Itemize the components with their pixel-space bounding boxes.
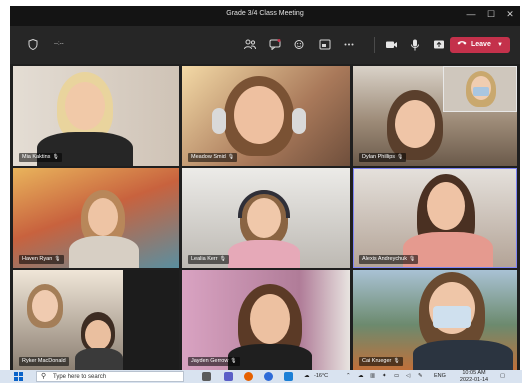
camera-icon[interactable] bbox=[384, 39, 398, 51]
participant-name: Meadow Smid bbox=[191, 154, 226, 160]
windows-start-icon[interactable] bbox=[14, 372, 23, 381]
participant-name-tag: Cai Krueger 🎙 bbox=[359, 357, 403, 366]
mic-muted-icon: 🎙 bbox=[408, 256, 416, 262]
network-icon[interactable]: ▥ bbox=[370, 372, 375, 381]
pen-icon[interactable]: ✎ bbox=[418, 372, 423, 381]
task-view-icon[interactable] bbox=[202, 372, 211, 381]
participant-name-tag: Mia Kaktins 🎙 bbox=[19, 153, 62, 162]
reactions-icon[interactable] bbox=[293, 39, 307, 51]
close-button[interactable]: ✕ bbox=[503, 9, 517, 20]
chat-icon[interactable] bbox=[268, 39, 282, 51]
chrome-app-icon[interactable] bbox=[264, 372, 273, 381]
language-indicator[interactable]: ENG bbox=[434, 372, 446, 381]
leave-label: Leave bbox=[471, 41, 491, 48]
participant-name-tag: Lealia Kerr 🎙 bbox=[188, 255, 229, 264]
video-tile[interactable]: Dylan Phillips 🎙 bbox=[353, 66, 517, 166]
share-tray-icon[interactable] bbox=[318, 39, 332, 51]
notifications-icon[interactable]: ▢ bbox=[500, 372, 505, 381]
participant-name-tag: Ryker MacDonald bbox=[19, 357, 69, 366]
participant-name-tag: Jayden Gerrow 🎙 bbox=[188, 357, 240, 366]
active-speaker-frame bbox=[353, 168, 517, 268]
search-icon: ⚲ bbox=[41, 373, 47, 380]
shield-icon[interactable] bbox=[26, 38, 40, 51]
taskbar-search-input[interactable]: ⚲ Type here to search bbox=[36, 371, 184, 382]
video-tile[interactable]: Meadow Smid 🎙 bbox=[182, 66, 350, 166]
app-icon[interactable] bbox=[284, 372, 293, 381]
window-title: Grade 3/4 Class Meeting bbox=[226, 10, 304, 17]
meeting-timer: --:-- bbox=[54, 41, 64, 47]
video-tile[interactable]: Alexis Andreychuk 🎙 bbox=[353, 168, 517, 268]
mic-muted-icon: 🎙 bbox=[54, 256, 61, 262]
participant-name: Mia Kaktins bbox=[22, 154, 51, 160]
temperature: -16°C bbox=[314, 373, 329, 379]
video-tile[interactable]: Ryker MacDonald bbox=[13, 270, 179, 370]
video-tile[interactable]: Cai Krueger 🎙 bbox=[353, 270, 517, 370]
maximize-button[interactable]: ☐ bbox=[484, 9, 498, 20]
teams-app-icon[interactable] bbox=[224, 372, 233, 381]
location-icon[interactable]: ✦ bbox=[382, 372, 387, 381]
video-tile[interactable]: Jayden Gerrow 🎙 bbox=[182, 270, 350, 370]
participant-name: Jayden Gerrow bbox=[191, 358, 229, 364]
mic-muted-icon: 🎙 bbox=[219, 256, 226, 262]
video-tile[interactable]: Mia Kaktins 🎙 bbox=[13, 66, 179, 166]
participant-name: Ryker MacDonald bbox=[22, 358, 66, 364]
toolbar-divider bbox=[374, 37, 375, 53]
participant-name: Haven Ryan bbox=[22, 256, 53, 262]
phone-icon bbox=[457, 37, 467, 53]
video-tile[interactable]: Haven Ryan 🎙 bbox=[13, 168, 179, 268]
mic-muted-icon: 🎙 bbox=[52, 154, 59, 160]
participant-name: Lealia Kerr bbox=[191, 256, 218, 262]
video-tile[interactable]: Lealia Kerr 🎙 bbox=[182, 168, 350, 268]
video-grid: Mia Kaktins 🎙 Meadow Smid 🎙 Dylan Phillips… bbox=[13, 66, 517, 370]
teams-meeting-window: Grade 3/4 Class Meeting — ☐ ✕ --:-- Leav… bbox=[10, 6, 520, 370]
meeting-toolbar: --:-- Leave ▼ bbox=[10, 26, 520, 64]
people-icon[interactable] bbox=[243, 39, 257, 51]
participant-name-tag: Dylan Phillips 🎙 bbox=[359, 153, 407, 162]
display-icon[interactable]: ▭ bbox=[394, 372, 399, 381]
clock-date: 2022-01-14 bbox=[459, 376, 489, 383]
participant-name: Cai Krueger bbox=[362, 358, 392, 364]
firefox-app-icon[interactable] bbox=[244, 372, 253, 381]
title-bar: Grade 3/4 Class Meeting — ☐ ✕ bbox=[10, 6, 520, 26]
chevron-down-icon[interactable]: ▼ bbox=[497, 37, 503, 53]
participant-name-tag: Haven Ryan 🎙 bbox=[19, 255, 64, 264]
share-icon[interactable] bbox=[432, 39, 446, 51]
mic-muted-icon: 🎙 bbox=[393, 358, 400, 364]
participant-name-tag: Alexis Andreychuk 🎙 bbox=[359, 255, 419, 264]
minimize-button[interactable]: — bbox=[464, 9, 478, 19]
mic-muted-icon: 🎙 bbox=[397, 154, 404, 160]
participant-name-tag: Meadow Smid 🎙 bbox=[188, 153, 238, 162]
taskbar-clock[interactable]: 10:05 AM 2022-01-14 bbox=[454, 370, 494, 383]
windows-taskbar: ⚲ Type here to search ☁ -16°C ⌃ ☁ ▥ ✦ ▭ … bbox=[0, 370, 522, 383]
more-icon[interactable] bbox=[342, 39, 356, 51]
chevron-up-icon[interactable]: ⌃ bbox=[346, 372, 351, 381]
leave-button[interactable]: Leave ▼ bbox=[450, 37, 510, 53]
cloud-icon[interactable]: ☁ bbox=[358, 372, 364, 381]
search-placeholder: Type here to search bbox=[53, 374, 107, 380]
mic-muted-icon: 🎙 bbox=[227, 154, 235, 160]
participant-name: Dylan Phillips bbox=[362, 154, 396, 160]
self-view[interactable] bbox=[443, 66, 517, 112]
mic-icon[interactable] bbox=[408, 39, 422, 51]
participant-name: Alexis Andreychuk bbox=[362, 256, 407, 262]
volume-icon[interactable]: ◁ bbox=[406, 372, 410, 381]
mic-muted-icon: 🎙 bbox=[230, 358, 237, 364]
weather-icon[interactable]: ☁ bbox=[304, 372, 310, 381]
